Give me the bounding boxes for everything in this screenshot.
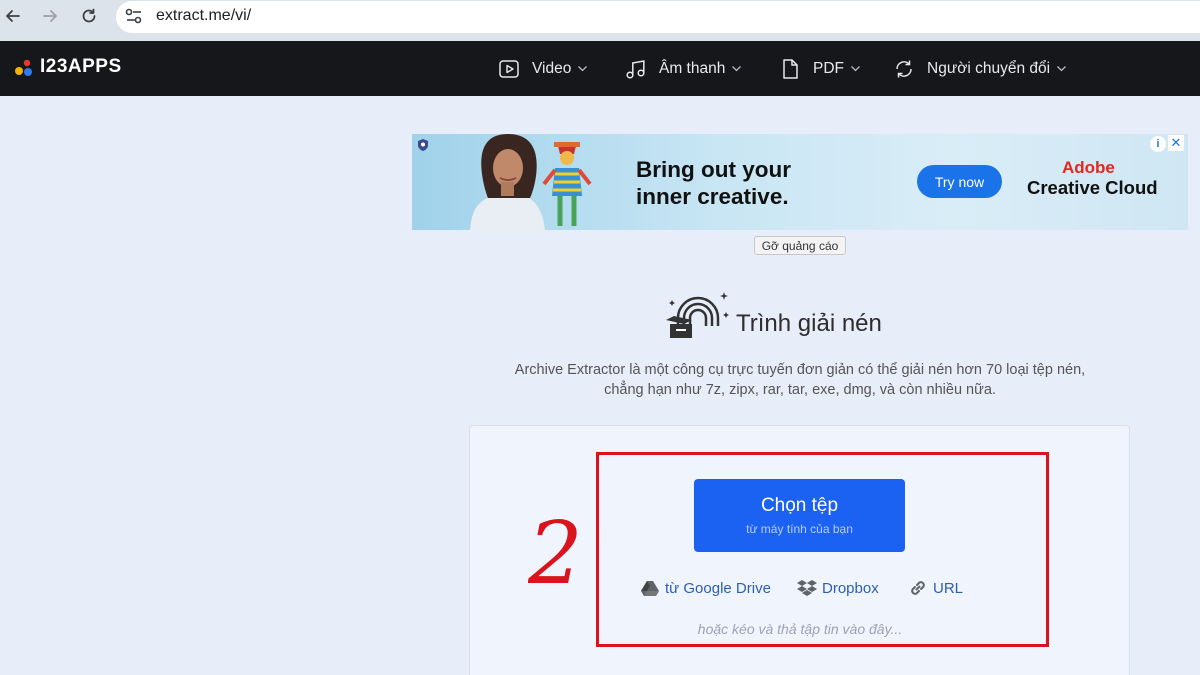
back-button[interactable] xyxy=(0,4,26,28)
archive-rainbow-icon xyxy=(666,292,729,338)
chevron-down-icon xyxy=(732,66,742,72)
reload-icon xyxy=(82,8,96,23)
drop-zone-hint[interactable]: hoặc kéo và thả tập tin vào đây... xyxy=(600,621,1000,637)
dropbox-icon xyxy=(797,580,817,596)
google-drive-link[interactable]: từ Google Drive xyxy=(640,578,771,598)
url-text[interactable]: extract.me/vi/ xyxy=(156,7,251,25)
music-note-icon xyxy=(626,59,645,79)
choose-file-sublabel: từ máy tính của bạn xyxy=(746,522,853,536)
url-link[interactable]: URL xyxy=(908,578,963,598)
choose-file-button[interactable]: Chọn tệp từ máy tính của bạn xyxy=(694,479,905,552)
ad-info-icon[interactable]: i xyxy=(1150,136,1166,152)
chevron-down-icon xyxy=(578,66,588,72)
logo-icon[interactable] xyxy=(14,58,34,78)
remove-ads-button[interactable]: Gỡ quảng cáo xyxy=(754,236,846,255)
ad-headline: Bring out your inner creative. xyxy=(636,156,791,210)
arrow-left-icon xyxy=(6,10,20,22)
dropbox-label: Dropbox xyxy=(822,579,879,597)
description-line-2: chẳng hạn như 7z, zipx, rar, tar, exe, d… xyxy=(604,382,996,398)
document-icon xyxy=(783,58,798,79)
link-chain-icon xyxy=(911,581,925,595)
ad-toy-figure-image xyxy=(542,142,592,226)
ad-headline-line-2: inner creative. xyxy=(636,184,789,209)
google-drive-icon xyxy=(641,581,659,596)
nav-video-label: Video xyxy=(532,59,572,77)
nav-pdf-label: PDF xyxy=(813,59,844,77)
url-label: URL xyxy=(933,579,964,597)
page-title: Trình giải nén xyxy=(736,310,882,337)
reload-button[interactable] xyxy=(76,4,102,28)
ad-shield-icon xyxy=(418,139,428,151)
chevron-down-icon xyxy=(851,66,860,72)
description-line-1: Archive Extractor là một công cụ trực tu… xyxy=(514,362,1086,378)
nav-audio-label: Âm thanh xyxy=(659,59,726,77)
page-description: Archive Extractor là một công cụ trực tu… xyxy=(500,360,1100,400)
video-play-icon xyxy=(499,59,519,78)
annotation-number-text: 2 xyxy=(528,505,583,595)
ad-brand-adobe: Adobe xyxy=(1062,158,1115,177)
site-settings-icon[interactable] xyxy=(124,7,144,25)
forward-button[interactable] xyxy=(37,4,63,28)
ad-brand-creative-cloud: Creative Cloud xyxy=(1027,177,1158,198)
ad-banner[interactable]: Bring out your inner creative. Try now A… xyxy=(412,134,1188,230)
annotation-number-2: 2 xyxy=(528,505,583,595)
ad-close-icon[interactable]: ✕ xyxy=(1168,135,1184,151)
nav-converter[interactable]: Người chuyển đổi xyxy=(893,41,1067,96)
address-bar[interactable] xyxy=(116,1,1200,33)
ad-headline-line-1: Bring out your xyxy=(636,157,791,182)
choose-file-label: Chọn tệp xyxy=(760,495,839,516)
ad-try-now-button[interactable]: Try now xyxy=(917,165,1002,198)
logo-text[interactable]: I23APPS xyxy=(40,56,122,78)
arrow-right-icon xyxy=(43,10,57,22)
google-drive-label: từ Google Drive xyxy=(665,579,771,597)
nav-converter-label: Người chuyển đổi xyxy=(927,59,1051,77)
convert-arrows-icon xyxy=(896,60,912,77)
nav-video[interactable]: Video xyxy=(498,41,588,96)
chevron-down-icon xyxy=(1057,66,1067,72)
nav-audio[interactable]: Âm thanh xyxy=(625,41,742,96)
nav-pdf[interactable]: PDF xyxy=(779,41,861,96)
dropbox-link[interactable]: Dropbox xyxy=(797,578,879,598)
